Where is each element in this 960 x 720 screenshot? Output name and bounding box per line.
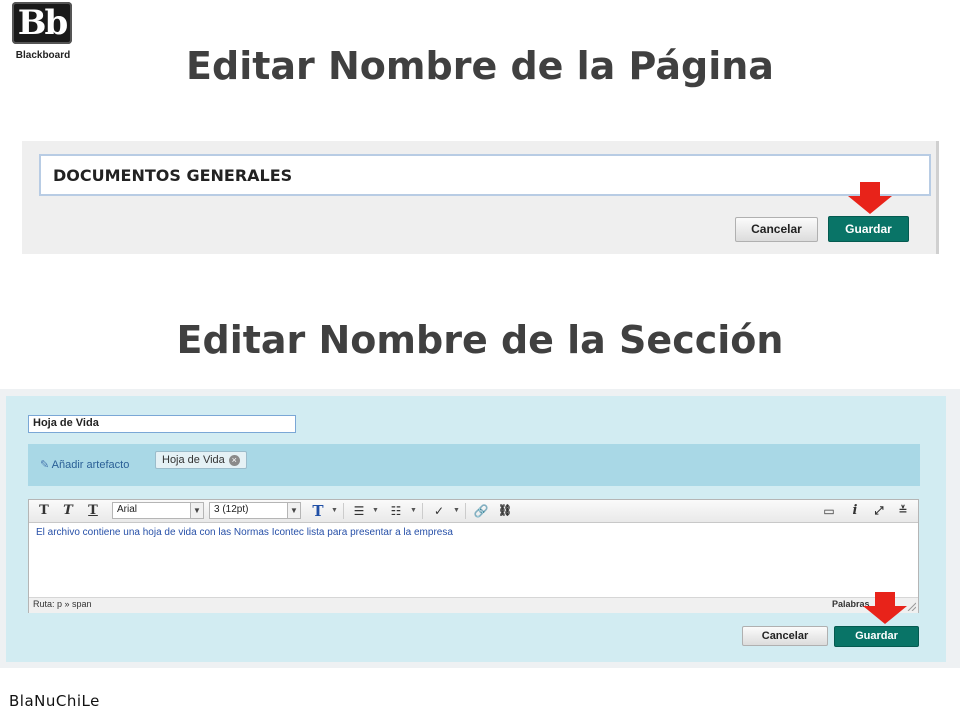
toolbar-separator	[422, 503, 423, 519]
text-color-icon[interactable]: T	[309, 503, 327, 519]
font-size-select[interactable]: 3 (12pt) ▼	[209, 502, 301, 519]
fullscreen-icon[interactable]: ⤢	[870, 503, 888, 519]
bold-text-icon[interactable]: T	[35, 503, 53, 519]
info-icon[interactable]: i	[846, 503, 864, 519]
save-button[interactable]: Guardar	[828, 216, 909, 242]
editor-status-bar	[29, 597, 918, 613]
chevron-down-icon[interactable]: ▼	[331, 503, 338, 519]
underline-text-icon[interactable]: T	[84, 503, 102, 519]
chevron-down-icon[interactable]: ▼	[372, 503, 379, 519]
author-credit: BlaNuChiLe	[9, 692, 100, 710]
toolbar-separator	[343, 503, 344, 519]
section-heading: Editar Nombre de la Sección	[0, 318, 960, 362]
preview-icon[interactable]: ▭	[820, 503, 838, 519]
logo-mark: Bb	[12, 2, 72, 44]
numbered-list-icon[interactable]: ☷	[387, 503, 405, 519]
section-cancel-button[interactable]: Cancelar	[742, 626, 828, 646]
chevron-down-icon: ▼	[190, 503, 203, 518]
font-size-value: 3 (12pt)	[214, 504, 249, 515]
chevron-down-icon: ▼	[287, 503, 300, 518]
page-name-input[interactable]: DOCUMENTOS GENERALES	[39, 154, 931, 196]
link-icon[interactable]: 🔗	[472, 503, 490, 519]
artifact-chip-label: Hoja de Vida	[162, 454, 225, 466]
artifact-chip: Hoja de Vida ×	[155, 451, 247, 469]
font-family-select[interactable]: Arial ▼	[112, 502, 204, 519]
remove-artifact-icon[interactable]: ×	[228, 454, 240, 466]
add-artifact-link[interactable]: ✎ Añadir artefacto	[40, 458, 129, 471]
cancel-button[interactable]: Cancelar	[735, 217, 818, 242]
collapse-toolbar-icon[interactable]: ≚	[894, 503, 912, 519]
font-family-value: Arial	[117, 504, 138, 515]
toolbar-separator	[465, 503, 466, 519]
page-heading-text: Editar Nombre de la Página	[186, 44, 774, 88]
add-artifact-label: Añadir artefacto	[51, 459, 130, 471]
bullet-list-icon[interactable]: ☰	[350, 503, 368, 519]
resize-grip-icon[interactable]	[906, 602, 916, 611]
italic-text-icon[interactable]: T	[59, 503, 77, 519]
chevron-down-icon[interactable]: ▼	[410, 503, 417, 519]
page-heading: Editar Nombre de la Página	[0, 44, 960, 88]
editor-path-label: Ruta: p » span	[33, 599, 92, 609]
editor-body-text[interactable]: El archivo contiene una hoja de vida con…	[36, 527, 453, 538]
unlink-icon[interactable]: ⛓	[496, 503, 514, 519]
chevron-down-icon[interactable]: ▼	[453, 503, 460, 519]
paperclip-icon: ✎	[40, 459, 50, 471]
section-save-button[interactable]: Guardar	[834, 626, 919, 647]
section-heading-text: Editar Nombre de la Sección	[176, 318, 784, 362]
section-name-input[interactable]: Hoja de Vida	[28, 415, 296, 433]
spellcheck-icon[interactable]: ✓	[430, 503, 448, 519]
